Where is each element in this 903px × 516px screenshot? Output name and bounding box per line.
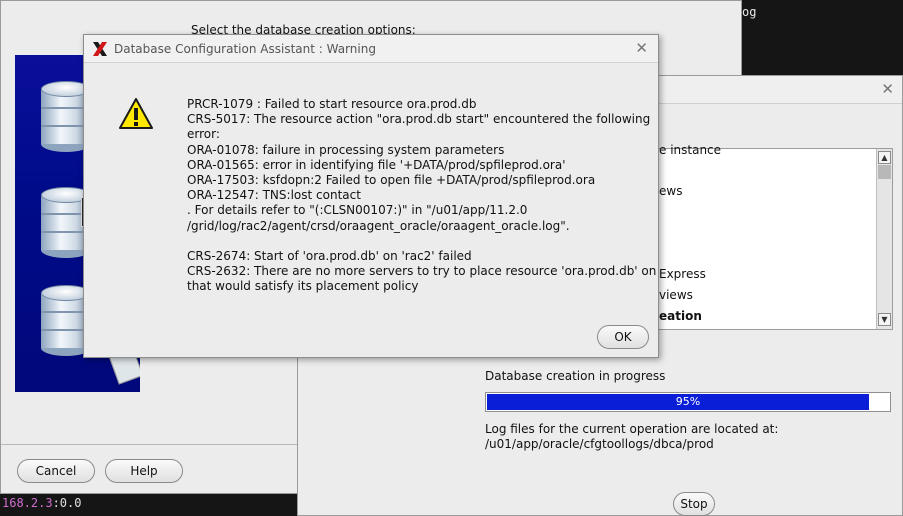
dbca-app-icon [93,42,107,56]
button-separator [1,444,301,445]
warning-icon [119,98,153,129]
step-item: e instance [659,143,722,157]
message-line: CRS-5017: The resource action "ora.prod.… [187,112,651,127]
message-line: error: [187,127,220,142]
message-line: that would satisfy its placement policy [187,279,419,294]
message-line [187,234,647,249]
progress-bar: 95% [485,392,891,412]
progress-percent: 95% [675,395,701,408]
terminal-display: :0.0 [52,496,82,510]
steps-scrollbar[interactable]: ▲ ▼ [876,149,892,329]
terminal-prompt-line: 168.2.3:0.0 [0,494,300,516]
warning-message: PRCR-1079 : Failed to start resource ora… [187,97,657,295]
message-line: CRS-2674: Start of 'ora.prod.db' on 'rac… [187,249,472,264]
message-line: PRCR-1079 : Failed to start resource ora… [187,97,477,111]
terminal-window-fragment: og [740,0,903,75]
step-item: views [659,288,693,302]
scroll-down-icon[interactable]: ▼ [878,313,891,326]
close-icon[interactable]: ✕ [635,39,648,57]
terminal-text: og [742,5,757,19]
cancel-button[interactable]: Cancel [17,459,95,483]
message-line: CRS-2632: There are no more servers to t… [187,264,657,279]
message-line: ORA-01078: failure in processing system … [187,142,505,157]
warning-dialog-title: Database Configuration Assistant : Warni… [114,42,376,56]
message-line: /grid/log/rac2/agent/crsd/oraagent_oracl… [187,218,570,233]
close-icon[interactable]: ✕ [881,80,894,98]
warning-dialog: Database Configuration Assistant : Warni… [83,34,659,358]
message-line: ORA-12547: TNS:lost contact [187,188,361,203]
message-line: . For details refer to "(:CLSN00107:)" i… [187,203,528,218]
step-item-current: eation [659,309,702,323]
terminal-ip: 168.2.3 [2,496,53,510]
progress-label: Database creation in progress [485,369,666,383]
log-path: /u01/app/oracle/cfgtoollogs/dbca/prod [485,437,714,451]
step-item: ews [659,184,683,198]
step-item: Express [659,267,706,281]
log-location-text: Log files for the current operation are … [485,422,778,452]
stop-button[interactable]: Stop [673,492,715,516]
help-button[interactable]: Help [105,459,183,483]
scroll-thumb[interactable] [878,165,891,179]
log-line: Log files for the current operation are … [485,422,779,436]
ok-button[interactable]: OK [597,325,649,349]
scroll-up-icon[interactable]: ▲ [878,151,891,164]
message-line: ORA-01565: error in identifying file '+D… [187,157,566,172]
warning-dialog-titlebar[interactable]: Database Configuration Assistant : Warni… [84,35,658,63]
message-line: ORA-17503: ksfdopn:2 Failed to open file… [187,173,596,188]
